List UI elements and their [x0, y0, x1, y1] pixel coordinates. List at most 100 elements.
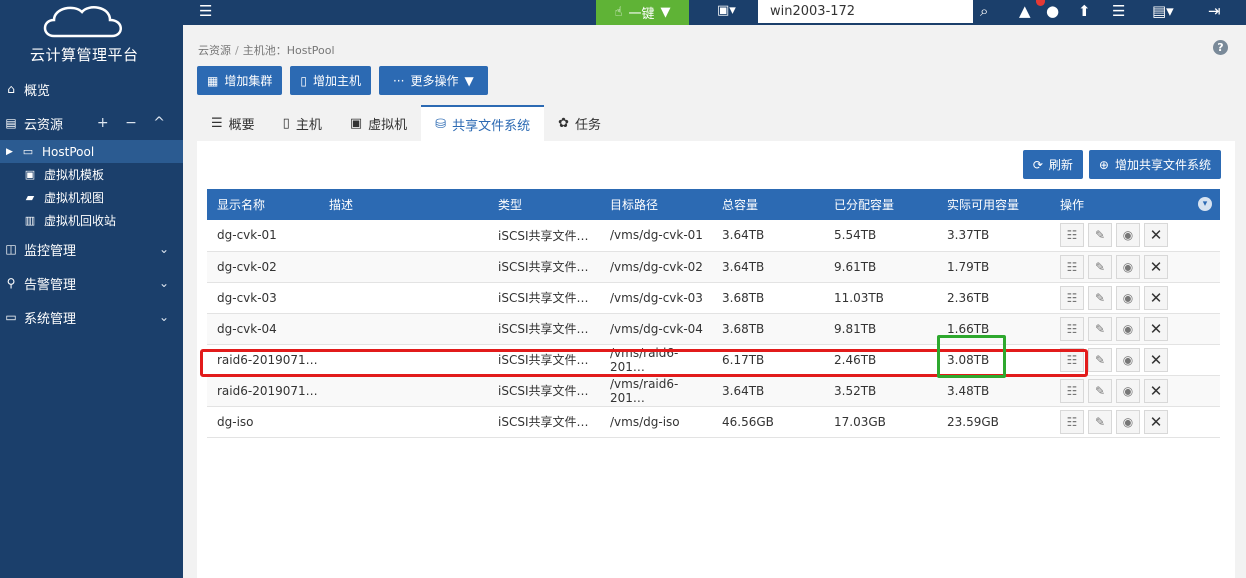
target-circle-icon[interactable]: ◉: [1116, 223, 1140, 248]
edit-pencil-icon[interactable]: ✎: [1088, 378, 1112, 403]
host-add-icon: ▯: [300, 73, 307, 88]
logout-icon[interactable]: ⇥: [1208, 2, 1221, 20]
tab-overview[interactable]: ☰ 概要: [197, 105, 269, 141]
edit-pencil-icon[interactable]: ✎: [1088, 285, 1112, 310]
sidebar-item-alarm[interactable]: ⚲ 告警管理 ⌄: [0, 266, 183, 300]
window-icon[interactable]: ▤▾: [1152, 2, 1174, 20]
task-icon: ✿: [558, 115, 569, 131]
upload-icon[interactable]: ⬆: [1078, 2, 1091, 20]
delete-x-icon[interactable]: ✕: [1144, 409, 1168, 434]
target-circle-icon[interactable]: ◉: [1116, 316, 1140, 341]
vm-switch-icon[interactable]: ▣▾: [717, 3, 736, 18]
target-circle-icon[interactable]: ◉: [1116, 285, 1140, 310]
chevron-down-icon[interactable]: ⌄: [159, 310, 169, 324]
user-icon[interactable]: ●: [1046, 2, 1059, 20]
sidebar-item-label: HostPool: [42, 144, 95, 159]
folder-icon: ▰: [25, 191, 35, 204]
sidebar-item-vm-template[interactable]: ▣ 虚拟机模板: [0, 163, 183, 186]
cell-type: iSCSI共享文件…: [488, 282, 600, 314]
search-input[interactable]: [758, 0, 973, 23]
target-circle-icon[interactable]: ◉: [1116, 409, 1140, 434]
chevron-down-icon[interactable]: ⌄: [159, 276, 169, 290]
tab-tasks[interactable]: ✿ 任务: [544, 105, 615, 141]
delete-x-icon[interactable]: ✕: [1144, 347, 1168, 372]
cell-path: /vms/dg-cvk-03: [600, 282, 712, 314]
target-circle-icon[interactable]: ◉: [1116, 254, 1140, 279]
cell-description: [319, 375, 488, 407]
target-circle-icon[interactable]: ◉: [1116, 378, 1140, 403]
sidebar-item-vm-recycle[interactable]: ▥ 虚拟机回收站: [0, 209, 183, 232]
column-header[interactable]: 描述: [319, 189, 488, 220]
details-icon[interactable]: ☷: [1060, 285, 1084, 310]
edit-pencil-icon[interactable]: ✎: [1088, 347, 1112, 372]
cell-operations: ☷ ✎ ◉ ✕: [1050, 313, 1220, 345]
more-actions-button[interactable]: ··· 更多操作 ▼: [378, 66, 488, 95]
target-circle-icon[interactable]: ◉: [1116, 347, 1140, 372]
refresh-label: 刷新: [1048, 158, 1073, 172]
delete-x-icon[interactable]: ✕: [1144, 223, 1168, 248]
hand-icon: ☝: [614, 5, 623, 20]
breadcrumb-separator: /: [235, 44, 239, 57]
table-row[interactable]: dg-cvk-02 iSCSI共享文件…/vms/dg-cvk-02 3.64TB 9…: [207, 251, 1220, 283]
details-icon[interactable]: ☷: [1060, 409, 1084, 434]
tab-vms[interactable]: ▣ 虚拟机: [336, 105, 421, 141]
onekey-button[interactable]: ☝ 一键 ▼: [596, 0, 689, 25]
cell-name: dg-cvk-01: [207, 220, 319, 252]
column-header[interactable]: 显示名称: [207, 189, 319, 220]
sidebar-item-hostpool[interactable]: ▶ ▭ HostPool: [0, 140, 183, 163]
sidebar-item-cloud-resource[interactable]: ▤ 云资源 + − ^: [0, 106, 183, 140]
column-header[interactable]: 实际可用容量: [937, 189, 1050, 220]
delete-x-icon[interactable]: ✕: [1144, 378, 1168, 403]
chevron-down-icon[interactable]: ⌄: [159, 242, 169, 256]
column-header[interactable]: 类型: [488, 189, 600, 220]
edit-pencil-icon[interactable]: ✎: [1088, 223, 1112, 248]
cell-type: iSCSI共享文件…: [488, 220, 600, 252]
table-row[interactable]: dg-cvk-01 iSCSI共享文件…/vms/dg-cvk-01 3.64TB 5…: [207, 220, 1220, 252]
cell-type: iSCSI共享文件…: [488, 406, 600, 438]
cell-operations: ☷ ✎ ◉ ✕: [1050, 251, 1220, 283]
trash-icon: ▥: [24, 214, 36, 227]
edit-pencil-icon[interactable]: ✎: [1088, 254, 1112, 279]
edit-pencil-icon[interactable]: ✎: [1088, 409, 1112, 434]
sidebar-expand-controls[interactable]: + − ^: [97, 115, 171, 131]
tab-shared-fs[interactable]: ⛁ 共享文件系统: [421, 105, 545, 141]
sidebar-item-system[interactable]: ▭ 系统管理 ⌄: [0, 300, 183, 334]
details-icon[interactable]: ☷: [1060, 378, 1084, 403]
details-icon[interactable]: ☷: [1060, 223, 1084, 248]
help-icon[interactable]: ?: [1213, 40, 1228, 55]
add-cluster-button[interactable]: ▦ 增加集群: [197, 66, 283, 95]
table-row[interactable]: raid6-2019071… iSCSI共享文件…/vms/raid6-201… 3…: [207, 375, 1220, 407]
details-icon[interactable]: ☷: [1060, 254, 1084, 279]
template-icon: ▣: [24, 168, 36, 181]
column-header[interactable]: 目标路径: [600, 189, 712, 220]
column-chooser-icon[interactable]: ▾: [1198, 197, 1212, 211]
list-icon: ☰: [211, 115, 223, 131]
column-header[interactable]: 总容量: [712, 189, 824, 220]
delete-x-icon[interactable]: ✕: [1144, 316, 1168, 341]
list-menu-icon[interactable]: ☰: [1112, 2, 1125, 20]
add-host-button[interactable]: ▯ 增加主机: [290, 66, 371, 95]
sidebar-item-vm-view[interactable]: ▰ 虚拟机视图: [0, 186, 183, 209]
edit-pencil-icon[interactable]: ✎: [1088, 316, 1112, 341]
table-row[interactable]: dg-cvk-04 iSCSI共享文件…/vms/dg-cvk-04 3.68TB 9…: [207, 313, 1220, 345]
sidebar-item-monitor[interactable]: ◫ 监控管理 ⌄: [0, 232, 183, 266]
sidebar-item-label: 虚拟机回收站: [44, 214, 117, 228]
cell-allocated: 5.54TB: [824, 220, 937, 252]
add-shared-fs-button[interactable]: ⊕ 增加共享文件系统: [1088, 150, 1221, 179]
column-header[interactable]: 已分配容量: [824, 189, 937, 220]
refresh-button[interactable]: ⟳ 刷新: [1022, 150, 1083, 179]
search-icon[interactable]: ⌕: [980, 2, 988, 20]
warning-icon[interactable]: ▲: [1019, 2, 1031, 20]
cell-available: 1.79TB: [937, 251, 1050, 283]
breadcrumb-cloud[interactable]: 云资源: [198, 44, 231, 57]
delete-x-icon[interactable]: ✕: [1144, 254, 1168, 279]
table-row[interactable]: dg-iso iSCSI共享文件…/vms/dg-iso 46.56GB 17.03G…: [207, 406, 1220, 438]
table-row[interactable]: dg-cvk-03 iSCSI共享文件…/vms/dg-cvk-03 3.68TB 1…: [207, 282, 1220, 314]
sidebar-item-overview[interactable]: ⌂ 概览: [0, 72, 183, 106]
menu-toggle-icon[interactable]: ☰: [199, 2, 212, 20]
tab-hosts[interactable]: ▯ 主机: [269, 105, 336, 141]
cell-total: 3.64TB: [712, 375, 824, 407]
details-icon[interactable]: ☷: [1060, 316, 1084, 341]
delete-x-icon[interactable]: ✕: [1144, 285, 1168, 310]
cell-description: [319, 313, 488, 345]
